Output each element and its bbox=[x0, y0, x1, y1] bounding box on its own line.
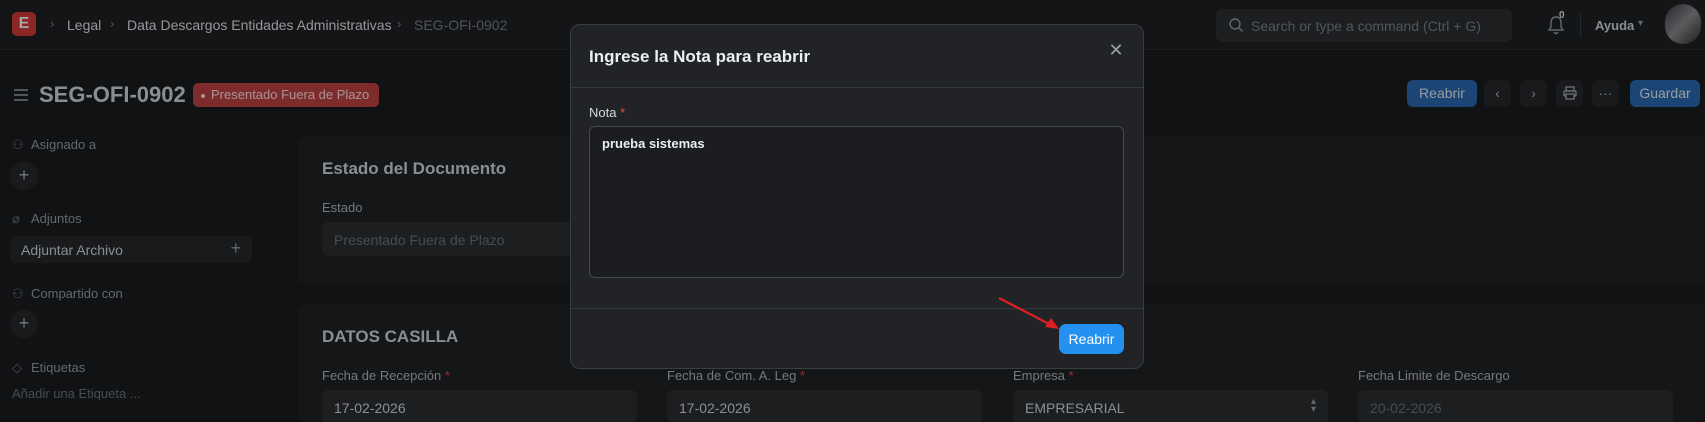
dialog-title: Ingrese la Nota para reabrir bbox=[589, 47, 811, 66]
dialog-reopen-button[interactable]: Reabrir bbox=[1059, 324, 1124, 354]
nota-label-text: Nota bbox=[589, 105, 617, 120]
nota-value: prueba sistemas bbox=[602, 136, 705, 151]
close-icon[interactable]: ✕ bbox=[1105, 39, 1127, 61]
nota-textarea[interactable]: prueba sistemas bbox=[589, 126, 1124, 278]
divider bbox=[571, 87, 1143, 88]
annotation-arrow-icon bbox=[998, 297, 1059, 329]
required-mark: * bbox=[620, 105, 626, 120]
nota-label: Nota * bbox=[589, 105, 625, 120]
